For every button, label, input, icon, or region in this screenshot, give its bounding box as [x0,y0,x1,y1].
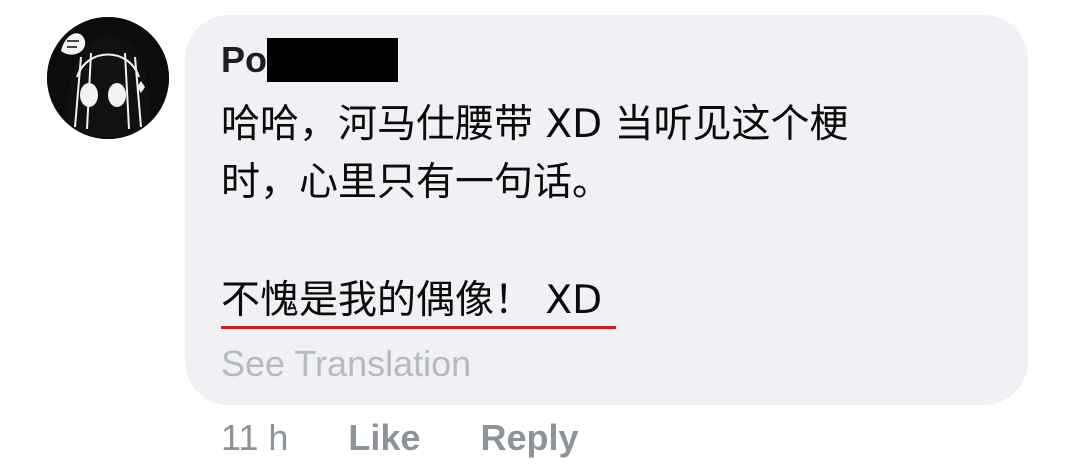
comment-text-line-1: 哈哈，河马仕腰带 XD 当听见这个梗 [221,102,849,147]
comment-timestamp[interactable]: 11 h [221,417,288,459]
comment-text-line-2: 时，心里只有一句话。 [221,160,612,205]
avatar[interactable] [47,17,169,139]
author-name[interactable]: Po [221,38,267,82]
see-translation-link[interactable]: See Translation [221,342,471,386]
author-name-redaction [267,38,399,82]
highlight-underline [221,326,616,329]
comment-text-line-4: 不愧是我的偶像！ XD [221,278,603,323]
comment-actions: 11 h Like Reply [221,415,579,461]
reply-button[interactable]: Reply [480,417,578,459]
comment-author[interactable]: Po [221,38,399,82]
like-button[interactable]: Like [348,417,420,459]
anime-girl-avatar-icon [47,17,169,139]
